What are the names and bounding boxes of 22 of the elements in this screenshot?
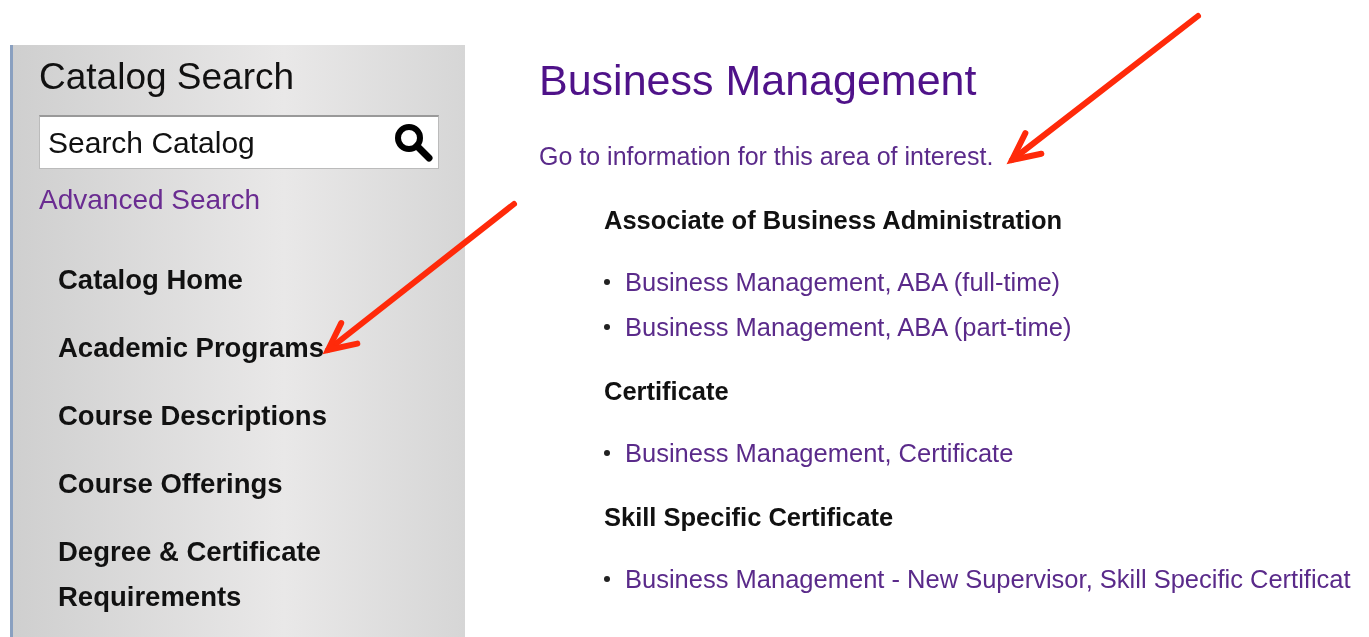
bullet-icon xyxy=(604,576,610,582)
section-heading: Skill Specific Certificate xyxy=(604,502,895,532)
search-icon[interactable] xyxy=(393,122,433,162)
program-link[interactable]: Business Management, Certificate xyxy=(625,438,1014,468)
nav-link[interactable]: Course Descriptions xyxy=(58,398,348,434)
nav-link[interactable]: Course Offerings xyxy=(58,466,348,502)
sidebar-title: Catalog Search xyxy=(39,57,296,97)
program-link[interactable]: Business Management, ABA (full-time) xyxy=(625,267,1061,297)
search-field[interactable]: Search Catalog xyxy=(39,115,439,169)
page-title: Business Management xyxy=(539,55,978,105)
bullet-icon xyxy=(604,324,610,330)
section-heading: Certificate xyxy=(604,376,730,406)
nav-link[interactable]: Catalog Home xyxy=(58,262,348,298)
nav-link[interactable]: Degree & Certificate Requirements xyxy=(58,529,348,619)
bullet-icon xyxy=(604,279,610,285)
program-link[interactable]: Business Management - New Supervisor, Skill Specific Certificat xyxy=(625,564,1351,594)
advanced-search-link[interactable]: Advanced Search xyxy=(39,183,261,217)
program-link[interactable]: Business Management, ABA (part-time) xyxy=(625,312,1072,342)
section-heading: Associate of Business Administration xyxy=(604,205,1064,235)
info-link[interactable]: Go to information for this area of interest. xyxy=(539,141,994,171)
bullet-icon xyxy=(604,450,610,456)
nav-link[interactable]: Academic Programs xyxy=(58,330,348,366)
